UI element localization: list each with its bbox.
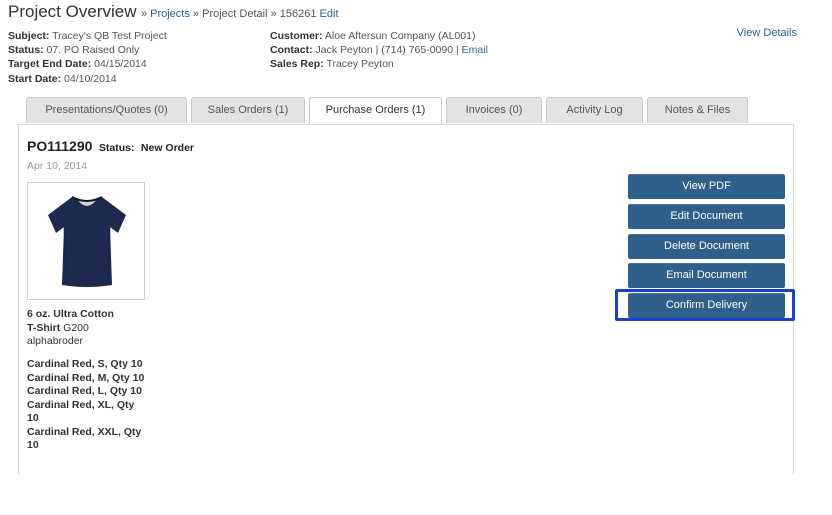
tab-notes-files[interactable]: Notes & Files — [647, 97, 748, 123]
variant-list: Cardinal Red, S, Qty 10 Cardinal Red, M,… — [27, 358, 145, 453]
delete-document-button[interactable]: Delete Document — [628, 234, 785, 259]
sales-rep-value: Tracey Peyton — [326, 58, 394, 71]
project-meta-left: Subject: Tracey's QB Test Project Status… — [8, 29, 167, 86]
variant-item: Cardinal Red, XL, Qty 10 — [27, 398, 135, 425]
confirm-delivery-highlight — [615, 289, 795, 321]
product-image[interactable] — [27, 182, 145, 300]
edit-document-button[interactable]: Edit Document — [628, 204, 785, 229]
status-value: 07. PO Raised Only — [46, 44, 140, 57]
tab-sales-orders[interactable]: Sales Orders (1) — [191, 97, 305, 123]
breadcrumb-separator: » — [140, 8, 151, 20]
start-date-label: Start Date: — [8, 72, 62, 85]
view-details-link[interactable]: View Details — [737, 27, 797, 39]
email-document-button[interactable]: Email Document — [628, 263, 785, 288]
tab-purchase-orders[interactable]: Purchase Orders (1) — [309, 97, 442, 125]
sales-rep-label: Sales Rep: — [270, 58, 324, 71]
t-shirt-icon — [48, 196, 126, 287]
page-title: Project Overview — [8, 2, 137, 21]
contact-label: Contact: — [270, 44, 313, 57]
contact-email-link[interactable]: Email — [462, 44, 488, 56]
tab-invoices[interactable]: Invoices (0) — [446, 97, 542, 123]
subject-label: Subject: — [8, 30, 50, 42]
po-status-value: New Order — [140, 142, 195, 154]
start-date-value: 04/10/2014 — [64, 72, 117, 85]
project-meta-right: Customer: Aloe Aftersun Company (AL001) … — [270, 29, 488, 72]
variant-item: Cardinal Red, L, Qty 10 — [27, 385, 142, 397]
edit-project-link[interactable]: Edit — [320, 8, 339, 20]
variant-item: Cardinal Red, M, Qty 10 — [27, 371, 145, 384]
customer-value: Aloe Aftersun Company (AL001) — [324, 30, 476, 42]
tab-activity-log[interactable]: Activity Log — [546, 97, 643, 123]
product-name-line2: T-Shirt — [27, 321, 61, 334]
variant-item: Cardinal Red, S, Qty 10 — [27, 358, 143, 370]
breadcrumb-projects-link[interactable]: Projects — [150, 8, 190, 20]
target-end-date-label: Target End Date: — [8, 58, 92, 71]
target-end-date-value: 04/15/2014 — [94, 58, 147, 71]
tab-presentations-quotes[interactable]: Presentations/Quotes (0) — [26, 97, 187, 123]
status-label: Status: — [8, 44, 44, 57]
customer-label: Customer: — [270, 30, 323, 42]
product-description: 6 oz. Ultra Cotton T-Shirt G200 alphabro… — [27, 308, 152, 349]
breadcrumb-separator: » — [189, 8, 203, 20]
breadcrumb-separator: » — [267, 8, 280, 20]
breadcrumb-project-id: 156261 — [279, 8, 317, 20]
product-name-line1: 6 oz. Ultra Cotton — [27, 308, 114, 320]
product-sku: G200 — [60, 321, 89, 334]
contact-value: Jack Peyton | (714) 765-0090 | — [315, 44, 462, 57]
po-number: PO111290 — [27, 138, 93, 154]
po-date: Apr 10, 2014 — [27, 160, 88, 172]
variant-item: Cardinal Red, XXL, Qty 10 — [27, 425, 142, 452]
po-header: PO111290 Status: New Order — [27, 138, 194, 156]
po-status-label: Status: — [98, 142, 135, 154]
subject-value: Tracey's QB Test Project — [52, 30, 167, 42]
view-pdf-button[interactable]: View PDF — [628, 174, 785, 199]
product-supplier: alphabroder — [27, 335, 84, 347]
page-header: Project Overview » Projects » Project De… — [8, 2, 339, 22]
breadcrumb-project-detail: Project Detail — [202, 8, 268, 20]
breadcrumb: » Projects » Project Detail » 156261 Edi… — [141, 8, 339, 20]
